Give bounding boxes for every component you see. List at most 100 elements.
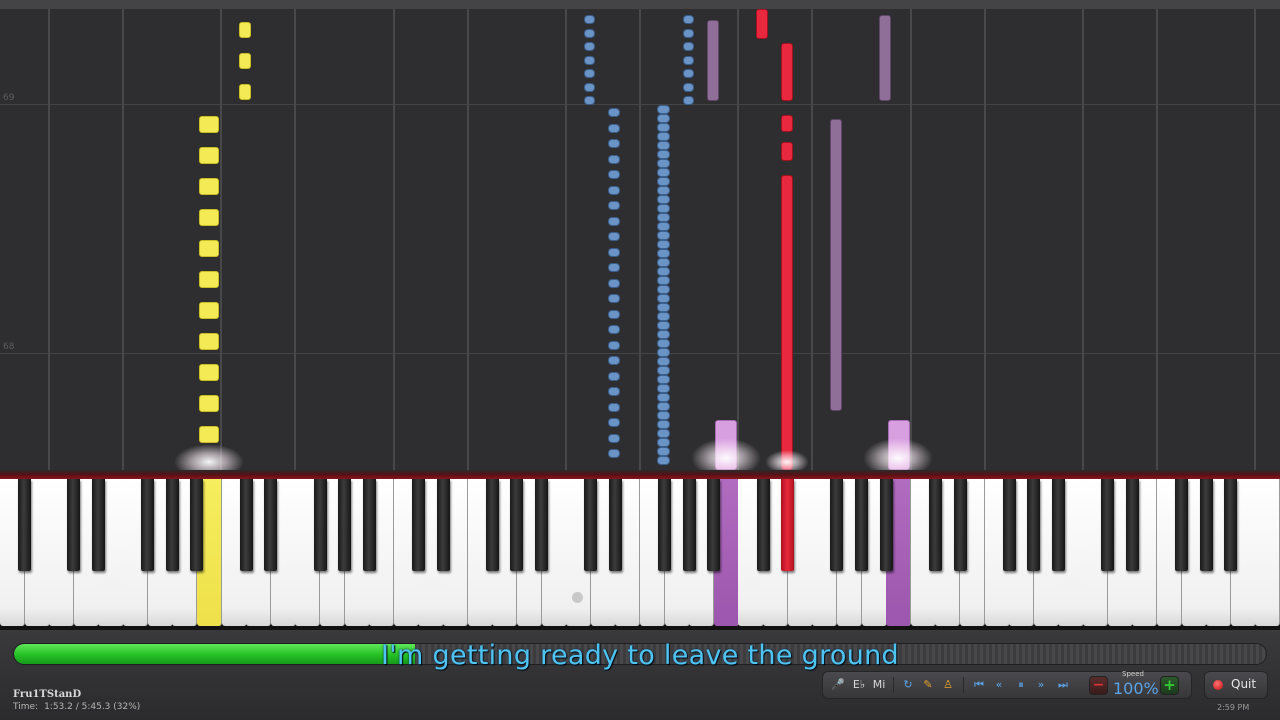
note-blue xyxy=(657,168,670,177)
measure-number: 69 xyxy=(3,93,15,103)
quit-button[interactable]: Quit xyxy=(1204,671,1268,699)
black-key xyxy=(141,479,155,571)
note-red xyxy=(781,175,793,470)
note-blue xyxy=(608,309,620,319)
key-label-icon[interactable]: E♭ xyxy=(851,672,867,698)
pause-icon[interactable]: ⏸ xyxy=(1013,672,1029,698)
grid-line xyxy=(1082,9,1084,470)
note-yellow xyxy=(199,395,219,412)
key-hit-glow xyxy=(863,438,933,470)
measure-number: 68 xyxy=(3,342,15,352)
note-blue xyxy=(608,139,620,148)
note-yellow xyxy=(199,364,219,381)
piano-keyboard xyxy=(0,470,1280,630)
note-blue xyxy=(657,411,670,420)
marker-icon[interactable]: ✎ xyxy=(921,672,935,698)
note-blue xyxy=(657,330,670,339)
fast-forward-icon[interactable]: » xyxy=(1033,672,1049,698)
note-blue xyxy=(608,371,620,381)
note-blue xyxy=(584,96,595,105)
speed-value: 100% xyxy=(1113,679,1159,698)
black-key xyxy=(781,479,795,571)
note-blue xyxy=(683,55,694,65)
note-blue xyxy=(657,249,670,258)
note-blue xyxy=(657,447,670,456)
note-blue xyxy=(657,339,670,348)
note-blue xyxy=(657,375,670,384)
note-blue xyxy=(683,96,694,105)
skip-to-end-icon[interactable]: ⏭ xyxy=(1055,672,1071,698)
note-blue xyxy=(608,387,620,396)
speed-decrease-button[interactable]: − xyxy=(1089,676,1108,695)
note-blue xyxy=(657,294,670,303)
black-key xyxy=(1027,479,1041,571)
black-key xyxy=(855,479,869,571)
note-blue xyxy=(657,384,670,393)
note-blue xyxy=(608,278,620,288)
note-blue xyxy=(657,321,670,330)
note-red xyxy=(756,9,768,39)
speed-increase-button[interactable]: + xyxy=(1160,676,1179,695)
note-blue xyxy=(657,303,670,312)
note-yellow xyxy=(239,22,251,38)
note-blue xyxy=(608,418,620,427)
note-blue xyxy=(584,82,595,92)
song-time: Time: 1:53.2 / 5:45.3 (32%) xyxy=(13,702,140,712)
black-key xyxy=(879,479,893,571)
loop-icon[interactable]: ↻ xyxy=(901,672,915,698)
note-blue xyxy=(657,150,670,159)
black-key xyxy=(264,479,278,571)
clock: 2:59 PM xyxy=(1217,703,1250,712)
note-purple xyxy=(707,20,719,101)
note-blue xyxy=(657,240,670,249)
black-key xyxy=(1224,479,1238,571)
speed-label: Speed xyxy=(1122,670,1144,678)
black-key xyxy=(239,479,253,571)
key-hit-glow xyxy=(765,450,809,470)
grid-line xyxy=(467,9,469,470)
note-blue xyxy=(657,438,670,447)
note-yellow xyxy=(199,240,219,257)
note-blue xyxy=(608,325,620,334)
black-key xyxy=(584,479,598,571)
white-key xyxy=(1255,479,1280,626)
user-name: Fru1TStanD xyxy=(13,689,82,700)
time-label: Time: xyxy=(13,702,39,712)
time-value: 1:53.2 / 5:45.3 (32%) xyxy=(44,702,141,712)
note-blue xyxy=(584,69,595,78)
grid-line xyxy=(984,9,986,470)
note-blue xyxy=(657,186,670,195)
note-blue xyxy=(608,154,620,164)
note-blue xyxy=(657,456,670,465)
note-red xyxy=(781,115,793,132)
note-blue xyxy=(608,402,620,412)
key-hit-glow xyxy=(691,438,761,470)
grid-line xyxy=(910,9,912,470)
note-blue xyxy=(683,82,694,92)
note-blue xyxy=(608,247,620,257)
note-yellow xyxy=(199,147,219,164)
microphone-icon[interactable]: 🎤 xyxy=(831,672,845,698)
black-key xyxy=(411,479,425,571)
note-blue xyxy=(657,132,670,141)
black-key xyxy=(67,479,81,571)
note-blue xyxy=(683,15,694,24)
lyric-text: I'm getting ready to leave the ground xyxy=(381,640,899,671)
rewind-icon[interactable]: « xyxy=(991,672,1007,698)
black-key xyxy=(1101,479,1115,571)
grid-line xyxy=(122,9,124,470)
black-key xyxy=(658,479,672,571)
note-blue xyxy=(657,177,670,186)
midi-label-icon[interactable]: Mi xyxy=(871,672,887,698)
black-key xyxy=(1002,479,1016,571)
note-blue xyxy=(608,201,620,210)
note-blue xyxy=(608,356,620,365)
black-key xyxy=(1199,479,1213,571)
black-key xyxy=(362,479,376,571)
note-blue xyxy=(657,105,670,114)
metronome-icon[interactable]: ♙ xyxy=(941,672,955,698)
note-blue xyxy=(657,393,670,402)
skip-to-start-icon[interactable]: ⏮ xyxy=(971,672,987,698)
note-blue xyxy=(657,267,670,276)
note-blue xyxy=(608,123,620,133)
